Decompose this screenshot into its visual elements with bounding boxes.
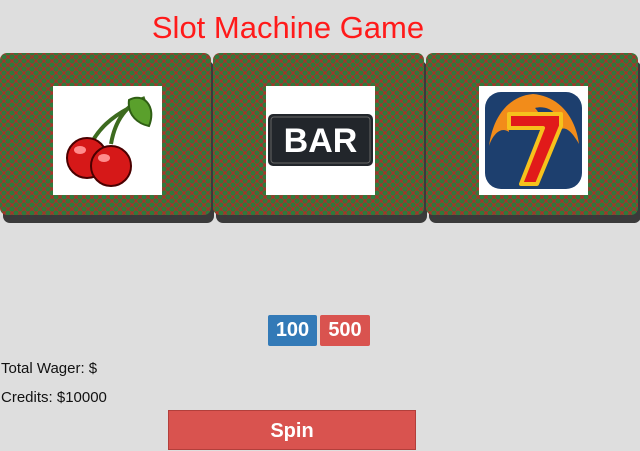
seven-icon [479,86,588,195]
total-wager-label: Total Wager: $ [1,360,98,377]
cherry-icon [53,86,162,195]
credits-label: Credits: $10000 [1,389,107,406]
spin-button[interactable]: Spin [168,410,416,450]
bar-icon: BAR [266,86,375,195]
reel-3 [426,53,638,215]
bet-100-button[interactable]: 100 [268,315,317,346]
bet-500-button[interactable]: 500 [320,315,370,346]
bar-symbol-text: BAR [284,122,358,160]
game-title: Slot Machine Game [151,10,425,45]
reel-2: BAR [213,53,424,215]
reel-1 [0,53,211,215]
